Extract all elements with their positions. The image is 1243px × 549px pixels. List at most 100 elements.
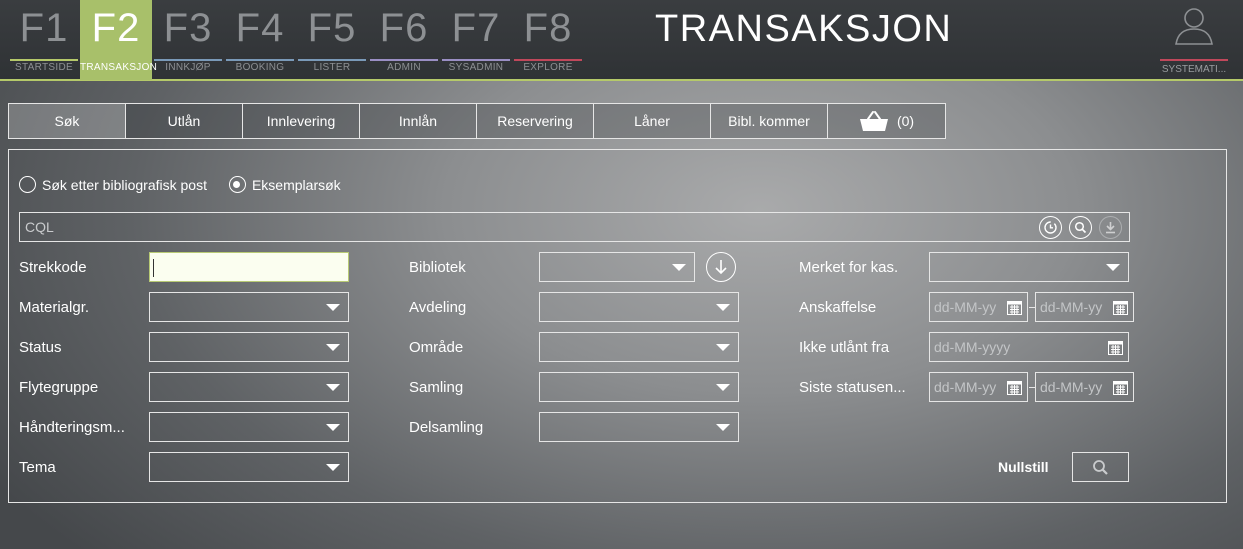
nav-key-underline [298,59,366,61]
nav-key-f8[interactable]: F8 EXPLORE [512,0,584,80]
department-select[interactable] [539,292,739,322]
radio-bibliographic-label: Søk etter bibliografisk post [42,176,207,193]
theme-select[interactable] [149,452,349,482]
library-select[interactable] [539,252,695,282]
tab-innlevering[interactable]: Innlevering [243,104,360,138]
barcode-label: Strekkode [19,259,87,276]
last-status-label: Siste statusen... [799,379,906,396]
nav-key-number: F6 [379,6,429,50]
acquisition-from-date[interactable]: dd-MM-yy [929,292,1028,322]
tab-laner[interactable]: Låner [594,104,711,138]
reset-button[interactable]: Nullstill [998,459,1049,475]
acquisition-from-placeholder: dd-MM-yy [934,299,997,315]
last-status-to-placeholder: dd-MM-yy [1040,379,1103,395]
tab-reservering[interactable]: Reservering [477,104,594,138]
nav-key-underline [154,59,222,61]
not-loaned-since-placeholder: dd-MM-yyyy [934,339,1011,355]
user-menu-underline [1160,59,1228,61]
material-group-label: Materialgr. [19,299,90,316]
radio-bibliographic-search[interactable]: Søk etter bibliografisk post [19,176,207,193]
tab-utlan[interactable]: Utlån [126,104,243,138]
nav-key-number: F4 [235,6,285,50]
calendar-icon[interactable] [1007,300,1022,315]
tab-bibl-kommer[interactable]: Bibl. kommer [711,104,828,138]
top-navigation-bar: F1 STARTSIDE F2 TRANSAKSJON F3 INNKJØP F4 BOOKI… [0,0,1243,81]
nav-key-label: BOOKING [235,62,285,73]
handling-label: Håndteringsm... [19,419,125,436]
calendar-icon[interactable] [1007,380,1022,395]
material-group-select[interactable] [149,292,349,322]
nav-key-f2[interactable]: F2 TRANSAKSJON [80,0,158,80]
flow-group-select[interactable] [149,372,349,402]
handling-select[interactable] [149,412,349,442]
last-status-to-date[interactable]: dd-MM-yy [1035,372,1134,402]
barcode-input[interactable] [149,252,349,282]
area-label: Område [409,339,464,356]
library-label: Bibliotek [409,259,466,276]
nav-key-f7[interactable]: F7 SYSADMIN [440,0,512,80]
nav-key-number: F2 [91,6,141,50]
cql-search-button[interactable] [1069,216,1092,239]
history-button[interactable] [1039,216,1062,239]
nav-key-label: TRANSAKSJON [80,62,158,73]
nav-key-f3[interactable]: F3 INNKJØP [152,0,224,80]
last-status-from-placeholder: dd-MM-yy [934,379,997,395]
tab-basket[interactable]: (0) [828,104,945,138]
nav-key-f6[interactable]: F6 ADMIN [368,0,440,80]
nav-key-f5[interactable]: F5 LISTER [296,0,368,80]
nav-key-underline [10,59,78,61]
search-icon [1093,459,1108,475]
basket-icon [859,111,888,131]
cql-actions [1039,216,1122,239]
calendar-icon[interactable] [1113,380,1128,395]
last-status-from-date[interactable]: dd-MM-yy [929,372,1028,402]
nav-key-number: F3 [163,6,213,50]
marked-for-discard-select[interactable] [929,252,1129,282]
radio-copy-circle[interactable] [228,176,246,193]
nav-key-underline [226,59,294,61]
library-expand-button[interactable] [706,252,736,282]
search-icon [1074,221,1087,234]
cql-input[interactable] [19,212,1130,242]
nav-key-label: STARTSIDE [15,62,73,73]
nav-key-number: F1 [19,6,69,50]
nav-key-number: F5 [307,6,357,50]
collection-select[interactable] [539,372,739,402]
radio-copy-label: Eksemplarsøk [251,176,341,193]
calendar-icon[interactable] [1113,300,1128,315]
nav-key-label: INNKJØP [165,62,211,73]
user-menu[interactable]: SYSTEMATI... [1158,0,1230,80]
nav-key-f4[interactable]: F4 BOOKING [224,0,296,80]
status-label: Status [19,339,62,356]
status-select[interactable] [149,332,349,362]
page-title: TRANSAKSJON [655,8,953,50]
nav-key-underline [82,59,150,61]
acquisition-to-placeholder: dd-MM-yy [1040,299,1103,315]
download-button[interactable] [1099,216,1122,239]
user-menu-label: SYSTEMATI... [1161,64,1227,75]
department-label: Avdeling [409,299,467,316]
nav-key-underline [514,59,582,61]
marked-for-discard-label: Merket for kas. [799,259,899,276]
arrow-down-icon [715,260,727,275]
radio-bibliographic-circle[interactable] [19,176,36,193]
radio-copy-search[interactable]: Eksemplarsøk [228,176,341,193]
nav-key-underline [370,59,438,61]
acquisition-to-date[interactable]: dd-MM-yy [1035,292,1134,322]
subcollection-select[interactable] [539,412,739,442]
not-loaned-since-label: Ikke utlånt fra [799,339,890,356]
user-icon [1175,8,1213,45]
tab-sok[interactable]: Søk [9,104,126,138]
tab-innlan[interactable]: Innlån [360,104,477,138]
calendar-icon[interactable] [1108,340,1123,355]
nav-key-f1[interactable]: F1 STARTSIDE [8,0,80,80]
nav-key-number: F8 [523,6,573,50]
search-button[interactable] [1072,452,1129,482]
basket-count: (0) [896,113,915,129]
subcollection-label: Delsamling [409,419,484,436]
not-loaned-since-date[interactable]: dd-MM-yyyy [929,332,1129,362]
collection-label: Samling [409,379,464,396]
nav-key-number: F7 [451,6,501,50]
area-select[interactable] [539,332,739,362]
search-panel: Søk etter bibliografisk post Eksemplarsø… [8,149,1227,503]
